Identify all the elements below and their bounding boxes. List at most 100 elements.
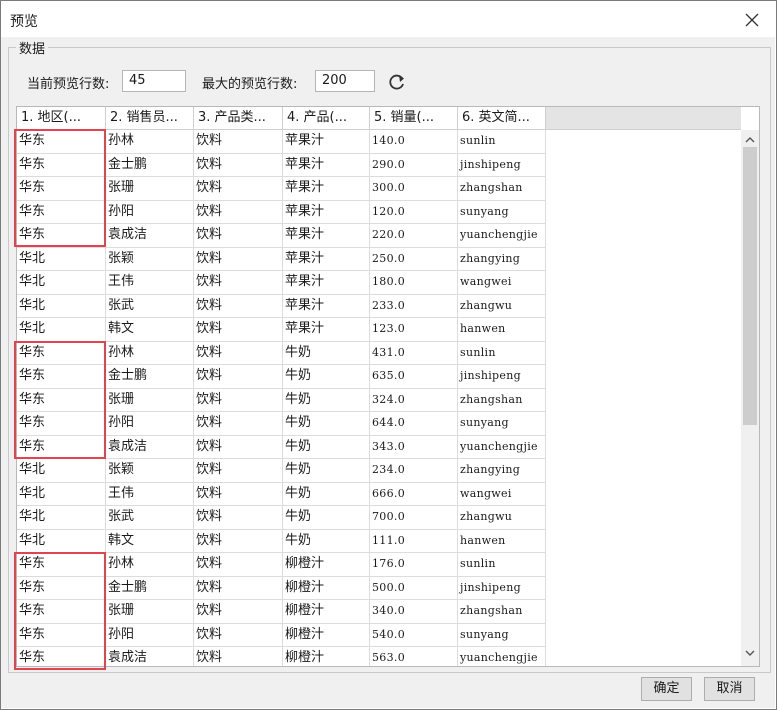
cell-sales: 140.0 bbox=[370, 130, 458, 154]
cell-product: 牛奶 bbox=[283, 529, 370, 553]
column-header-salesperson[interactable]: 2. 销售员... bbox=[106, 107, 194, 130]
cell-sales: 666.0 bbox=[370, 482, 458, 506]
cell-product: 牛奶 bbox=[283, 506, 370, 530]
cell-product: 牛奶 bbox=[283, 412, 370, 436]
cell-salesperson: 张珊 bbox=[106, 600, 194, 624]
highlight-box-3 bbox=[14, 552, 106, 670]
cell-region: 华北 bbox=[17, 459, 106, 483]
cell-product: 苹果汁 bbox=[283, 294, 370, 318]
current-rows-field[interactable]: 45 bbox=[122, 70, 186, 92]
cell-product: 牛奶 bbox=[283, 459, 370, 483]
title-bar: 预览 bbox=[1, 1, 776, 39]
cell-salesperson: 张武 bbox=[106, 294, 194, 318]
cell-english-name: hanwen bbox=[458, 318, 546, 342]
table-row[interactable]: 华北 张颖 饮料 苹果汁 250.0 zhangying bbox=[17, 247, 546, 271]
cell-product: 柳橙汁 bbox=[283, 576, 370, 600]
cell-sales: 176.0 bbox=[370, 553, 458, 577]
cell-category: 饮料 bbox=[194, 318, 283, 342]
cell-sales: 290.0 bbox=[370, 153, 458, 177]
cell-salesperson: 张武 bbox=[106, 506, 194, 530]
cell-product: 牛奶 bbox=[283, 388, 370, 412]
cell-salesperson: 孙林 bbox=[106, 130, 194, 154]
cell-product: 牛奶 bbox=[283, 341, 370, 365]
cell-salesperson: 金士鹏 bbox=[106, 153, 194, 177]
cell-salesperson: 张珊 bbox=[106, 177, 194, 201]
cell-sales: 563.0 bbox=[370, 647, 458, 666]
highlight-box-1 bbox=[14, 129, 106, 247]
cell-sales: 111.0 bbox=[370, 529, 458, 553]
chevron-up-icon[interactable] bbox=[745, 136, 755, 143]
cell-salesperson: 金士鹏 bbox=[106, 576, 194, 600]
cell-sales: 635.0 bbox=[370, 365, 458, 389]
cell-category: 饮料 bbox=[194, 294, 283, 318]
cancel-button[interactable]: 取消 bbox=[704, 677, 755, 701]
cell-salesperson: 张颖 bbox=[106, 247, 194, 271]
cell-category: 饮料 bbox=[194, 247, 283, 271]
cell-sales: 500.0 bbox=[370, 576, 458, 600]
table-row[interactable]: 华北 张武 饮料 牛奶 700.0 zhangwu bbox=[17, 506, 546, 530]
cell-salesperson: 袁成洁 bbox=[106, 647, 194, 666]
cell-region: 华北 bbox=[17, 529, 106, 553]
cell-product: 牛奶 bbox=[283, 365, 370, 389]
table-row[interactable]: 华北 王伟 饮料 苹果汁 180.0 wangwei bbox=[17, 271, 546, 295]
column-header-product[interactable]: 4. 产品(... bbox=[283, 107, 370, 130]
cell-category: 饮料 bbox=[194, 506, 283, 530]
vertical-scrollbar[interactable] bbox=[741, 130, 759, 666]
cell-salesperson: 张颖 bbox=[106, 459, 194, 483]
column-header-region[interactable]: 1. 地区(... bbox=[17, 107, 106, 130]
ok-button[interactable]: 确定 bbox=[641, 677, 692, 701]
cell-salesperson: 孙林 bbox=[106, 553, 194, 577]
scrollbar-thumb[interactable] bbox=[743, 147, 757, 425]
column-header-sales[interactable]: 5. 销量(... bbox=[370, 107, 458, 130]
cell-region: 华北 bbox=[17, 271, 106, 295]
cell-english-name: jinshipeng bbox=[458, 576, 546, 600]
chevron-down-icon[interactable] bbox=[745, 650, 755, 657]
table-row[interactable]: 华北 张颖 饮料 牛奶 234.0 zhangying bbox=[17, 459, 546, 483]
cell-sales: 233.0 bbox=[370, 294, 458, 318]
cell-english-name: sunyang bbox=[458, 623, 546, 647]
highlight-box-2 bbox=[14, 341, 106, 459]
cell-english-name: zhangshan bbox=[458, 388, 546, 412]
refresh-button[interactable] bbox=[386, 71, 408, 93]
group-title: 数据 bbox=[16, 38, 49, 57]
cell-sales: 340.0 bbox=[370, 600, 458, 624]
table-row[interactable]: 华北 韩文 饮料 苹果汁 123.0 hanwen bbox=[17, 318, 546, 342]
cell-english-name: wangwei bbox=[458, 482, 546, 506]
cell-sales: 220.0 bbox=[370, 224, 458, 248]
column-header-product-category[interactable]: 3. 产品类... bbox=[194, 107, 283, 130]
column-header-english-name[interactable]: 6. 英文简... bbox=[458, 107, 546, 130]
cell-category: 饮料 bbox=[194, 553, 283, 577]
max-rows-field[interactable]: 200 bbox=[315, 70, 375, 92]
cell-product: 牛奶 bbox=[283, 435, 370, 459]
cell-product: 柳橙汁 bbox=[283, 623, 370, 647]
preview-table: 1. 地区(... 2. 销售员... 3. 产品类... 4. 产品(... … bbox=[16, 106, 760, 667]
table-row[interactable]: 华北 张武 饮料 苹果汁 233.0 zhangwu bbox=[17, 294, 546, 318]
cell-sales: 324.0 bbox=[370, 388, 458, 412]
cell-salesperson: 孙阳 bbox=[106, 200, 194, 224]
table-row[interactable]: 华北 王伟 饮料 牛奶 666.0 wangwei bbox=[17, 482, 546, 506]
cell-salesperson: 袁成洁 bbox=[106, 435, 194, 459]
cell-sales: 234.0 bbox=[370, 459, 458, 483]
cell-product: 苹果汁 bbox=[283, 130, 370, 154]
table-row[interactable]: 华北 韩文 饮料 牛奶 111.0 hanwen bbox=[17, 529, 546, 553]
cell-english-name: zhangwu bbox=[458, 506, 546, 530]
cell-sales: 180.0 bbox=[370, 271, 458, 295]
cell-english-name: zhangying bbox=[458, 459, 546, 483]
cell-english-name: hanwen bbox=[458, 529, 546, 553]
cell-category: 饮料 bbox=[194, 224, 283, 248]
cell-category: 饮料 bbox=[194, 600, 283, 624]
cell-region: 华北 bbox=[17, 482, 106, 506]
cell-salesperson: 孙阳 bbox=[106, 623, 194, 647]
header-filler bbox=[546, 107, 741, 130]
cell-category: 饮料 bbox=[194, 435, 283, 459]
cell-category: 饮料 bbox=[194, 576, 283, 600]
cell-sales: 250.0 bbox=[370, 247, 458, 271]
cell-english-name: zhangying bbox=[458, 247, 546, 271]
current-rows-label: 当前预览行数: bbox=[27, 77, 110, 92]
cell-category: 饮料 bbox=[194, 623, 283, 647]
close-button[interactable] bbox=[739, 8, 765, 32]
cell-category: 饮料 bbox=[194, 459, 283, 483]
cell-category: 饮料 bbox=[194, 341, 283, 365]
cell-english-name: jinshipeng bbox=[458, 153, 546, 177]
cell-sales: 700.0 bbox=[370, 506, 458, 530]
